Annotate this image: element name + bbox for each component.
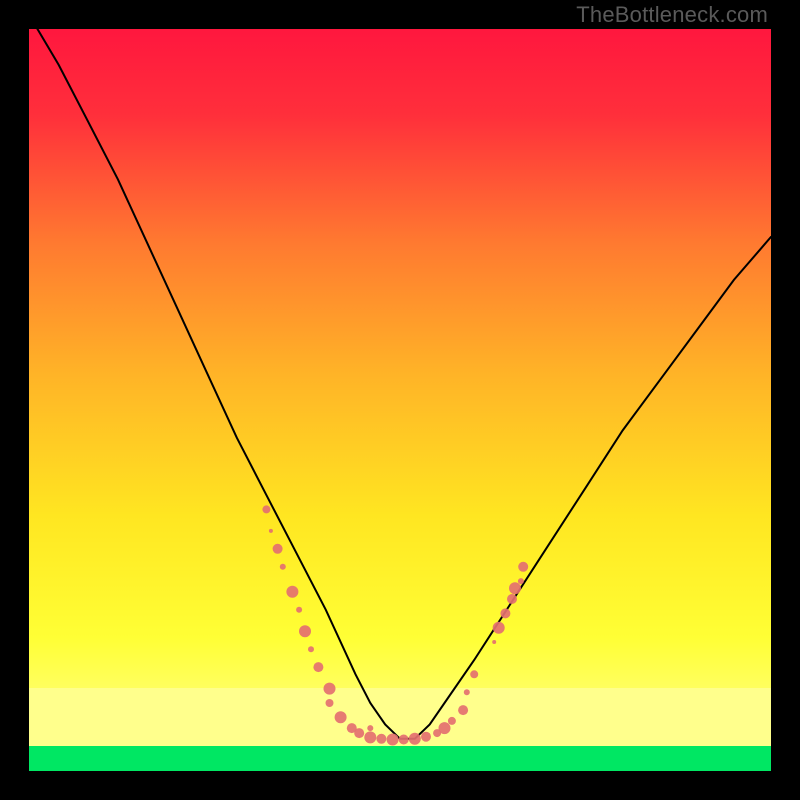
sample-dot	[308, 646, 314, 652]
sample-dot	[280, 564, 286, 570]
sample-dot	[262, 505, 270, 513]
sample-dot	[324, 683, 336, 695]
sample-dot	[299, 625, 311, 637]
frame-border-right	[771, 0, 800, 800]
sample-dot	[448, 717, 456, 725]
sample-dot	[313, 662, 323, 672]
sample-dot	[518, 562, 528, 572]
watermark-text: TheBottleneck.com	[576, 2, 768, 28]
sample-dot	[507, 594, 517, 604]
sample-dot	[500, 608, 510, 618]
frame-border-left	[0, 0, 29, 800]
sample-dot	[354, 728, 364, 738]
sample-dot	[439, 722, 451, 734]
sample-dot	[492, 640, 496, 644]
sample-dot	[335, 711, 347, 723]
gradient-background	[29, 29, 771, 745]
frame-border-bottom	[0, 771, 800, 800]
sample-dot	[376, 734, 386, 744]
sample-dot	[399, 735, 409, 745]
sample-dot	[493, 622, 505, 634]
bottleneck-chart	[29, 29, 771, 771]
sample-dot	[273, 544, 283, 554]
sample-dot	[470, 670, 478, 678]
sample-dot	[296, 607, 302, 613]
sample-dot	[464, 689, 470, 695]
sample-dot	[286, 586, 298, 598]
sample-dot	[518, 578, 524, 584]
chart-frame: TheBottleneck.com	[0, 0, 800, 800]
sample-dot	[421, 732, 431, 742]
sample-dot	[387, 734, 399, 746]
sample-dot	[409, 733, 421, 745]
sample-dot	[509, 582, 521, 594]
sample-dot	[364, 731, 376, 743]
sample-dot	[269, 529, 273, 533]
green-stripe	[29, 746, 771, 771]
sample-dot	[458, 705, 468, 715]
sample-dot	[326, 699, 334, 707]
sample-dot	[367, 725, 373, 731]
